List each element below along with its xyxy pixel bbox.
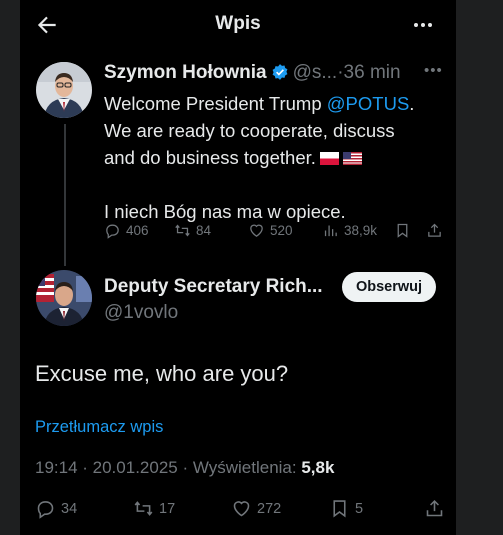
share-icon [428,223,441,237]
views-count: 38,9k [344,223,378,238]
bookmark-icon [333,500,346,518]
author-handle[interactable]: @s... [293,62,338,83]
thread-line [64,124,66,266]
share-button[interactable] [426,222,443,239]
heart-icon [233,501,250,517]
bookmark-button[interactable] [394,222,411,239]
reply-count: 406 [126,223,149,238]
meta-time: 19:14 · 20.01.2025 · Wyświetlenia: [35,458,302,477]
tweet-text-line1: Welcome President Trump [104,93,327,114]
heart-icon [250,224,263,237]
views-button[interactable]: 38,9k [322,222,377,239]
follow-button[interactable]: Obserwuj [342,272,436,302]
share-icon [426,499,443,517]
poland-flag-icon [319,152,339,165]
tweet-text-line3: and do business together. [104,147,316,168]
top-bar: Wpis [20,0,456,50]
reply-reply-count: 34 [61,500,78,517]
repost-button[interactable]: 84 [174,222,211,239]
reply-reply-button[interactable]: 34 [35,498,77,519]
reply-like-count: 272 [257,500,282,517]
reply-actions: 34 17 272 5 [35,498,447,524]
reply-button[interactable]: 406 [104,222,149,239]
tweet-more-icon[interactable]: ••• [424,62,443,79]
tweet-text-punct: . [409,93,415,114]
reply-like-button[interactable]: 272 [231,498,281,519]
repost-icon [175,224,190,237]
author-name[interactable]: Szymon Hołownia [104,62,267,83]
translate-link[interactable]: Przetłumacz wpis [35,418,163,437]
mention-link[interactable]: @POTUS [327,93,410,114]
reply-bookmark-count: 5 [355,500,364,517]
repost-count: 84 [196,223,212,238]
reply-text: Excuse me, who are you? [35,361,289,386]
reply-author-handle[interactable]: @1vovlo [104,302,178,324]
reply-author-name[interactable]: Deputy Secretary Rich... [104,276,323,298]
meta-views[interactable]: 5,8k [301,458,334,477]
bookmark-icon [397,223,408,238]
author-avatar[interactable] [36,62,92,118]
page-title: Wpis [215,13,261,34]
tweet-actions: 406 84 520 38,9k [104,222,450,244]
reply-icon [106,224,119,239]
reply-share-button[interactable] [424,498,445,519]
reply-author-avatar[interactable] [36,270,92,326]
app-window: Wpis Szymon Hołownia @s...·36 min ••• Wel… [20,0,456,535]
repost-icon [134,501,153,516]
timestamp[interactable]: 36 min [344,62,401,83]
reply-bookmark-button[interactable]: 5 [329,498,363,519]
tweet-meta: 19:14 · 20.01.2025 · Wyświetlenia: 5,8k [35,458,334,478]
tweet-text-line2: We are ready to cooperate, discuss [104,120,395,141]
like-count: 520 [270,223,293,238]
more-horizontal-icon[interactable] [410,13,436,37]
reply-repost-count: 17 [159,500,176,517]
usa-flag-icon [342,152,362,165]
tweet-text-line5: I niech Bóg nas ma w opiece. [104,201,346,222]
verified-badge-icon [272,64,288,80]
views-chart-icon [324,225,337,237]
reply-repost-button[interactable]: 17 [133,498,175,519]
like-button[interactable]: 520 [248,222,293,239]
reply-icon [37,501,54,519]
tweet-header: Szymon Hołownia @s...·36 min [104,62,401,84]
tweet-text: Welcome President Trump @POTUS. We are r… [104,90,444,225]
